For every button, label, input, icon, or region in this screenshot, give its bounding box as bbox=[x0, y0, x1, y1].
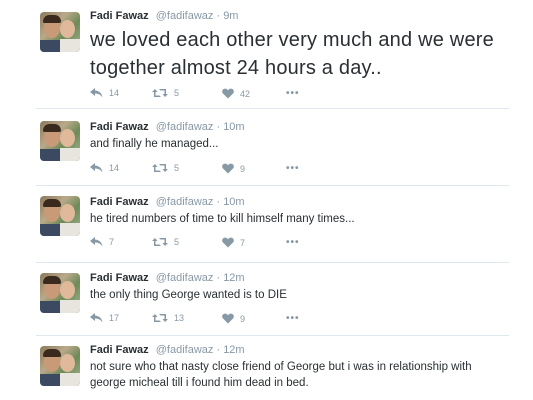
reply-icon bbox=[90, 88, 103, 98]
tweet[interactable]: Fadi Fawaz @fadifawaz · 10m and finally … bbox=[0, 109, 533, 185]
timestamp[interactable]: 10m bbox=[223, 121, 244, 133]
retweet-icon bbox=[152, 238, 168, 246]
like-count: 7 bbox=[240, 237, 246, 248]
reply-button[interactable]: 14 bbox=[90, 88, 119, 98]
author-name[interactable]: Fadi Fawaz bbox=[90, 121, 149, 133]
reply-button[interactable]: 7 bbox=[90, 237, 114, 247]
heart-icon bbox=[222, 163, 234, 174]
more-icon[interactable]: ••• bbox=[286, 163, 300, 174]
retweet-button[interactable]: 5 bbox=[152, 88, 179, 98]
author-handle[interactable]: @fadifawaz bbox=[156, 272, 214, 284]
tweet[interactable]: Fadi Fawaz @fadifawaz · 9m we loved each… bbox=[0, 0, 533, 108]
tweet-actions: 7 5 7 ••• bbox=[90, 237, 310, 251]
reply-count: 14 bbox=[109, 163, 120, 173]
author-handle[interactable]: @fadifawaz bbox=[156, 196, 214, 208]
tweet-header: Fadi Fawaz @fadifawaz · 10m bbox=[90, 196, 245, 208]
retweet-icon bbox=[152, 314, 168, 322]
reply-button[interactable]: 17 bbox=[90, 313, 119, 323]
tweet-text: not sure who that nasty close friend of … bbox=[90, 361, 472, 389]
tweet-header: Fadi Fawaz @fadifawaz · 10m bbox=[90, 121, 245, 133]
separator-dot: · bbox=[216, 196, 221, 208]
like-count: 42 bbox=[240, 88, 251, 99]
tweet-text: we loved each other very much and we wer… bbox=[90, 29, 494, 79]
retweet-button[interactable]: 5 bbox=[152, 237, 179, 247]
separator-dot: · bbox=[216, 121, 221, 133]
author-handle[interactable]: @fadifawaz bbox=[156, 121, 214, 133]
reply-icon bbox=[90, 313, 103, 323]
more-icon[interactable]: ••• bbox=[286, 237, 300, 248]
avatar[interactable] bbox=[40, 273, 80, 313]
heart-icon bbox=[222, 237, 234, 248]
separator-dot: · bbox=[216, 344, 221, 356]
author-name[interactable]: Fadi Fawaz bbox=[90, 196, 149, 208]
like-button[interactable]: 9 bbox=[222, 313, 245, 324]
tweet-text: the only thing George wanted is to DIE bbox=[90, 289, 287, 301]
avatar[interactable] bbox=[40, 346, 80, 386]
tweet-text: he tired numbers of time to kill himself… bbox=[90, 213, 355, 225]
retweet-button[interactable]: 5 bbox=[152, 163, 179, 173]
reply-count: 7 bbox=[109, 237, 115, 247]
author-name[interactable]: Fadi Fawaz bbox=[90, 272, 149, 284]
tweet-header: Fadi Fawaz @fadifawaz · 12m bbox=[90, 272, 245, 284]
like-button[interactable]: 7 bbox=[222, 237, 245, 248]
timestamp[interactable]: 12m bbox=[223, 344, 244, 356]
heart-icon bbox=[222, 88, 234, 99]
retweet-button[interactable]: 13 bbox=[152, 313, 184, 323]
like-count: 9 bbox=[240, 313, 246, 324]
separator-dot: · bbox=[216, 10, 221, 22]
author-handle[interactable]: @fadifawaz bbox=[156, 344, 214, 356]
tweet-header: Fadi Fawaz @fadifawaz · 12m bbox=[90, 344, 245, 356]
reply-icon bbox=[90, 163, 103, 173]
tweet-text: and finally he managed... bbox=[90, 138, 219, 150]
tweet-header: Fadi Fawaz @fadifawaz · 9m bbox=[90, 10, 238, 22]
like-button[interactable]: 9 bbox=[222, 163, 245, 174]
author-name[interactable]: Fadi Fawaz bbox=[90, 10, 149, 22]
like-count: 9 bbox=[240, 163, 246, 174]
tweet-feed: Fadi Fawaz @fadifawaz · 9m we loved each… bbox=[0, 0, 533, 400]
timestamp[interactable]: 9m bbox=[223, 10, 238, 22]
like-button[interactable]: 42 bbox=[222, 88, 250, 99]
heart-icon bbox=[222, 313, 234, 324]
more-icon[interactable]: ••• bbox=[286, 313, 300, 324]
retweet-count: 5 bbox=[174, 88, 180, 98]
retweet-icon bbox=[152, 89, 168, 97]
retweet-count: 5 bbox=[174, 163, 180, 173]
tweet-actions: 14 5 42 ••• bbox=[90, 88, 310, 102]
reply-count: 14 bbox=[109, 88, 120, 98]
tweet[interactable]: Fadi Fawaz @fadifawaz · 12m not sure who… bbox=[0, 336, 533, 400]
author-name[interactable]: Fadi Fawaz bbox=[90, 344, 149, 356]
retweet-icon bbox=[152, 164, 168, 172]
avatar[interactable] bbox=[40, 12, 80, 52]
reply-icon bbox=[90, 237, 103, 247]
separator-dot: · bbox=[216, 272, 221, 284]
reply-button[interactable]: 14 bbox=[90, 163, 119, 173]
tweet[interactable]: Fadi Fawaz @fadifawaz · 12m the only thi… bbox=[0, 263, 533, 335]
timestamp[interactable]: 10m bbox=[223, 196, 244, 208]
author-handle[interactable]: @fadifawaz bbox=[156, 10, 214, 22]
tweet-actions: 17 13 9 ••• bbox=[90, 313, 310, 327]
timestamp[interactable]: 12m bbox=[223, 272, 244, 284]
tweet[interactable]: Fadi Fawaz @fadifawaz · 10m he tired num… bbox=[0, 186, 533, 262]
more-icon[interactable]: ••• bbox=[286, 88, 300, 99]
retweet-count: 13 bbox=[174, 313, 185, 323]
tweet-actions: 14 5 9 ••• bbox=[90, 163, 310, 177]
avatar[interactable] bbox=[40, 196, 80, 236]
retweet-count: 5 bbox=[174, 237, 180, 247]
avatar[interactable] bbox=[40, 121, 80, 161]
reply-count: 17 bbox=[109, 313, 120, 323]
